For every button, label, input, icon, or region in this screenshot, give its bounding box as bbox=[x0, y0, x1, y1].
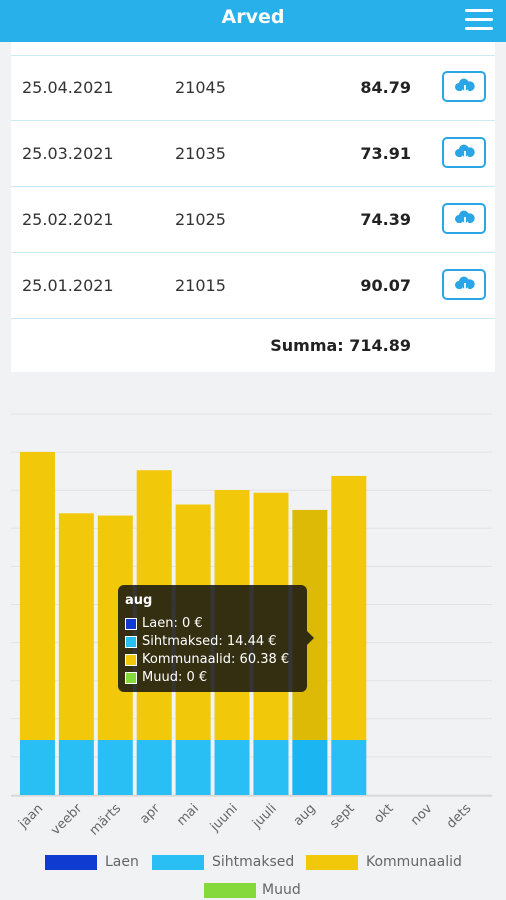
x-tick-label: veebr bbox=[48, 801, 85, 838]
legend-label: Kommunaalid bbox=[366, 854, 462, 870]
x-tick-label: mai bbox=[174, 801, 202, 829]
cloud-download-icon bbox=[455, 210, 475, 227]
bar-sihtmaksed-sept[interactable] bbox=[331, 739, 367, 795]
x-tick-label: dets bbox=[444, 801, 475, 832]
download-button[interactable] bbox=[442, 137, 486, 168]
invoice-number: 21035 bbox=[175, 144, 226, 163]
x-tick-label: nov bbox=[408, 801, 436, 829]
x-tick-label: okt bbox=[371, 801, 396, 826]
legend-swatch bbox=[306, 855, 358, 870]
invoice-amount: 84.79 bbox=[360, 78, 411, 97]
invoice-date: 25.02.2021 bbox=[22, 210, 114, 229]
invoice-number: 21025 bbox=[175, 210, 226, 229]
x-tick-label: juuli bbox=[249, 801, 280, 832]
bar-sihtmaksed-juuli[interactable] bbox=[253, 739, 289, 795]
bar-sihtmaksed-mai[interactable] bbox=[175, 739, 211, 795]
invoice-row: 25.04.2021 21045 84.79 bbox=[11, 56, 495, 121]
download-button[interactable] bbox=[442, 203, 486, 234]
tooltip-item-text: Laen: 0 € bbox=[142, 616, 203, 631]
page-title: Arved bbox=[221, 6, 285, 28]
tooltip-swatch bbox=[125, 618, 137, 630]
cloud-download-icon bbox=[455, 276, 475, 293]
invoice-date: 25.01.2021 bbox=[22, 276, 114, 295]
bar-sihtmaksed-veebr[interactable] bbox=[58, 739, 94, 795]
invoice-list: 25.04.2021 21045 84.79 25.03.2021 21035 … bbox=[11, 42, 495, 372]
tooltip-item-text: Sihtmaksed: 14.44 € bbox=[142, 634, 277, 649]
tooltip-item-text: Muud: 0 € bbox=[142, 670, 208, 685]
invoice-number: 21045 bbox=[175, 78, 226, 97]
x-tick-label: apr bbox=[137, 801, 163, 827]
invoice-total: Summa: 714.89 bbox=[270, 336, 411, 355]
legend-swatch bbox=[204, 883, 256, 898]
legend-swatch bbox=[152, 855, 204, 870]
tooltip-title: aug bbox=[125, 593, 153, 608]
hamburger-menu-icon[interactable] bbox=[465, 8, 493, 32]
bar-sihtmaksed-apr[interactable] bbox=[136, 739, 172, 795]
bar-kommunaalid-veebr[interactable] bbox=[58, 513, 94, 740]
bar-sihtmaksed-aug[interactable] bbox=[292, 739, 328, 795]
legend-label: Muud bbox=[262, 882, 301, 898]
bar-sihtmaksed-juuni[interactable] bbox=[214, 739, 250, 795]
cloud-download-icon bbox=[455, 78, 475, 95]
chart-tooltip: aug Laen: 0 € Sihtmaksed: 14.44 € Kommun… bbox=[118, 585, 314, 692]
bar-kommunaalid-sept[interactable] bbox=[331, 475, 367, 740]
x-tick-label: sept bbox=[327, 801, 357, 831]
invoice-row: 25.02.2021 21025 74.39 bbox=[11, 188, 495, 253]
legend-label: Sihtmaksed bbox=[212, 854, 295, 870]
bar-sihtmaksed-jaan[interactable] bbox=[19, 739, 55, 795]
bar-kommunaalid-jaan[interactable] bbox=[19, 451, 55, 740]
invoice-amount: 74.39 bbox=[360, 210, 411, 229]
x-tick-label: aug bbox=[291, 801, 319, 829]
invoice-date: 25.04.2021 bbox=[22, 78, 114, 97]
invoice-number: 21015 bbox=[175, 276, 226, 295]
tooltip-swatch bbox=[125, 672, 137, 684]
legend-label: Laen bbox=[105, 854, 139, 870]
x-tick-label: jaan bbox=[15, 801, 46, 832]
legend-swatch bbox=[45, 855, 97, 870]
tooltip-swatch bbox=[125, 636, 137, 648]
download-button[interactable] bbox=[442, 71, 486, 102]
invoice-amount: 90.07 bbox=[360, 276, 411, 295]
invoice-date: 25.03.2021 bbox=[22, 144, 114, 163]
download-button[interactable] bbox=[442, 269, 486, 300]
invoice-amount: 73.91 bbox=[360, 144, 411, 163]
x-tick-label: juuni bbox=[207, 801, 241, 835]
x-tick-label: märts bbox=[87, 801, 125, 839]
tooltip-item-text: Kommunaalid: 60.38 € bbox=[142, 652, 290, 667]
cloud-download-icon bbox=[455, 144, 475, 161]
tooltip-swatch bbox=[125, 654, 137, 666]
invoice-row: 25.01.2021 21015 90.07 bbox=[11, 254, 495, 319]
top-bar: Arved bbox=[0, 0, 506, 42]
bar-sihtmaksed-märts[interactable] bbox=[97, 739, 133, 795]
invoice-row: 25.03.2021 21035 73.91 bbox=[11, 122, 495, 187]
